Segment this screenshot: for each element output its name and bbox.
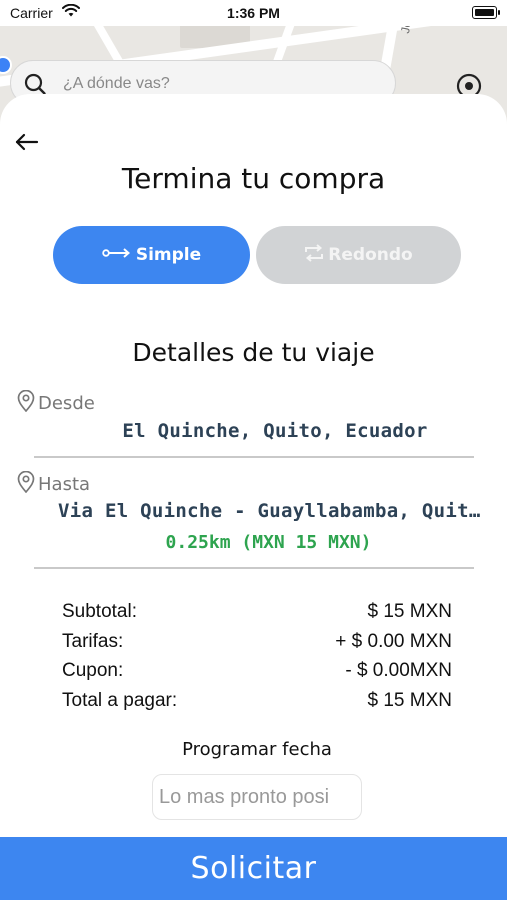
summary-label: Total a pagar: [62,689,178,711]
summary-label: Tarifas: [62,630,124,652]
search-icon [23,72,47,96]
status-bar: Carrier 1:36 PM [0,0,507,26]
to-label-text: Hasta [38,474,91,495]
schedule-date-input[interactable] [152,774,362,820]
simple-trip-label: Simple [135,245,202,265]
round-trip-button[interactable]: Redondo [256,226,461,284]
section-title: Detalles de tu viaje [132,338,375,367]
arrow-right-dot-icon [102,245,132,265]
summary-row-coupon: Cupon: - $ 0.00MXN [62,660,452,690]
distance-price: 0.25km (MXN 15 MXN) [165,532,372,553]
from-label: Desde [16,389,95,417]
map-pin-icon [16,470,36,498]
summary-row-total: Total a pagar: $ 15 MXN [62,690,452,720]
search-input[interactable] [63,73,383,95]
summary-value: $ 15 MXN [367,601,452,622]
summary-row-fees: Tarifas: + $ 0.00 MXN [62,631,452,661]
purchase-sheet: Termina tu compra Simple Redondo Detalle… [0,94,507,900]
round-trip-label: Redondo [328,245,413,265]
trip-type-toggle: Simple Redondo [53,226,461,284]
clock: 1:36 PM [227,5,280,21]
summary-value: $ 15 MXN [367,689,452,711]
summary-value: - $ 0.00MXN [345,660,452,681]
map-pin-icon [16,389,36,417]
summary-value: + $ 0.00 MXN [335,630,452,652]
to-location: Via El Quinche - Guayllabamba, Quito, Ec… [58,500,492,522]
battery-icon [472,6,500,19]
map-marker[interactable] [0,56,12,74]
divider [34,456,474,458]
page-title: Termina tu compra [121,162,386,195]
request-button[interactable]: Solicitar [0,837,507,900]
back-arrow-icon[interactable] [12,130,42,156]
divider [34,567,474,569]
summary-label: Subtotal: [62,601,137,622]
summary-label: Cupon: [62,660,124,681]
price-summary: Subtotal: $ 15 MXN Tarifas: + $ 0.00 MXN… [62,601,452,719]
repeat-icon [304,243,324,267]
summary-row-subtotal: Subtotal: $ 15 MXN [62,601,452,631]
simple-trip-button[interactable]: Simple [53,226,250,284]
from-location: El Quinche, Quito, Ecuador [122,420,428,442]
to-label: Hasta [16,470,91,498]
schedule-title: Programar fecha [182,739,332,760]
from-label-text: Desde [38,393,95,414]
